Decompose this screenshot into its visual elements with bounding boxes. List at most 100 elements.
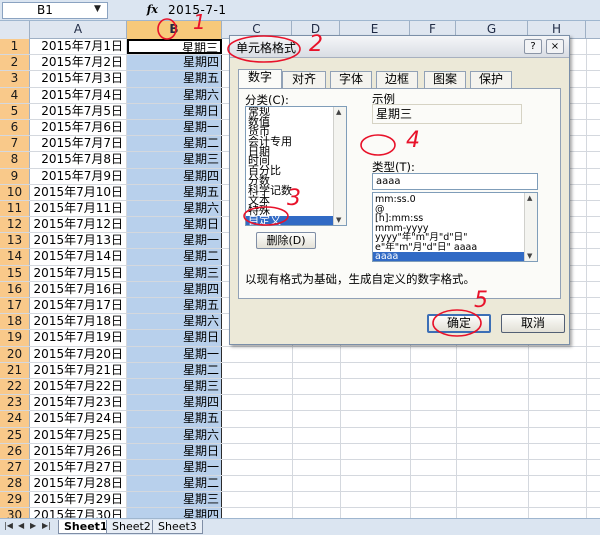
fx-icon[interactable]: fx	[112, 2, 164, 19]
cell-a[interactable]: 2015年7月29日	[30, 492, 127, 508]
cell-b[interactable]: 星期日	[127, 330, 222, 346]
cell-a[interactable]: 2015年7月1日	[30, 39, 127, 55]
cell-a[interactable]: 2015年7月4日	[30, 87, 127, 103]
cell-a[interactable]: 2015年7月11日	[30, 200, 127, 217]
row-header[interactable]: 5	[0, 103, 30, 119]
cell-b[interactable]: 星期日	[127, 443, 222, 459]
cell-a[interactable]: 2015年7月6日	[30, 119, 127, 136]
type-list-scrollbar[interactable]: ▲ ▼	[524, 193, 537, 261]
cell-a[interactable]: 2015年7月7日	[30, 136, 127, 152]
tab-font[interactable]: 字体	[330, 71, 372, 88]
type-list[interactable]: mm:ss.0 @ [h]:mm:ss mmm-yyyy yyyy"年"m"月"d"日"…	[372, 192, 538, 262]
row-header[interactable]: 7	[0, 136, 30, 152]
row-header[interactable]: 22	[0, 378, 30, 395]
category-item[interactable]: 自定义	[246, 215, 346, 225]
cell-b[interactable]: 星期五	[127, 298, 222, 314]
row-header[interactable]: 18	[0, 314, 30, 330]
tab-alignment[interactable]: 对齐	[282, 71, 326, 88]
column-header-b[interactable]: B	[127, 21, 222, 39]
type-scroll-down-icon[interactable]: ▼	[527, 252, 532, 260]
cell-a[interactable]: 2015年7月19日	[30, 330, 127, 346]
cell-b[interactable]: 星期三	[127, 152, 222, 168]
row-header[interactable]: 9	[0, 168, 30, 184]
cell-b[interactable]: 星期二	[127, 476, 222, 492]
row-header[interactable]: 10	[0, 184, 30, 200]
row-header[interactable]: 29	[0, 492, 30, 508]
cell-a[interactable]: 2015年7月15日	[30, 265, 127, 281]
row-header[interactable]: 13	[0, 233, 30, 249]
cell-a[interactable]: 2015年7月8日	[30, 152, 127, 168]
row-header[interactable]: 24	[0, 411, 30, 427]
delete-button[interactable]: 删除(D)	[256, 232, 316, 249]
cell-b[interactable]: 星期六	[127, 427, 222, 443]
ok-button[interactable]: 确定	[427, 314, 491, 333]
cell-b[interactable]: 星期三	[127, 378, 222, 395]
cell-a[interactable]: 2015年7月25日	[30, 427, 127, 443]
cell-a[interactable]: 2015年7月21日	[30, 362, 127, 378]
cell-a[interactable]: 2015年7月9日	[30, 168, 127, 184]
help-button[interactable]: ?	[524, 39, 542, 54]
cell-b[interactable]: 星期日	[127, 103, 222, 119]
cell-a[interactable]: 2015年7月3日	[30, 71, 127, 87]
tab-number[interactable]: 数字	[238, 69, 282, 89]
name-box-dropdown-icon[interactable]: ▼	[94, 4, 101, 14]
cell-b[interactable]: 星期四	[127, 55, 222, 71]
cell-b[interactable]: 星期一	[127, 459, 222, 476]
cell-b[interactable]: 星期六	[127, 314, 222, 330]
row-header[interactable]: 15	[0, 265, 30, 281]
row-header[interactable]: 16	[0, 281, 30, 297]
cell-a[interactable]: 2015年7月13日	[30, 233, 127, 249]
category-scrollbar[interactable]: ▲ ▼	[333, 107, 346, 225]
type-input[interactable]: aaaa	[372, 173, 538, 190]
row-header[interactable]: 11	[0, 200, 30, 217]
cell-b[interactable]: 星期二	[127, 362, 222, 378]
row-header[interactable]: 19	[0, 330, 30, 346]
cell-a[interactable]: 2015年7月27日	[30, 459, 127, 476]
tab-protection[interactable]: 保护	[470, 71, 512, 88]
sheet-tab-3[interactable]: Sheet3	[152, 520, 203, 534]
cell-b[interactable]: 星期一	[127, 233, 222, 249]
cell-a[interactable]: 2015年7月12日	[30, 217, 127, 233]
type-scroll-up-icon[interactable]: ▲	[527, 194, 532, 202]
cell-a[interactable]: 2015年7月24日	[30, 411, 127, 427]
row-header[interactable]: 8	[0, 152, 30, 168]
cell-b[interactable]: 星期五	[127, 71, 222, 87]
cell-a[interactable]: 2015年7月20日	[30, 346, 127, 362]
type-item[interactable]: aaaa	[373, 252, 537, 261]
scroll-down-icon[interactable]: ▼	[336, 216, 341, 224]
cell-b[interactable]: 星期四	[127, 395, 222, 411]
row-header[interactable]: 20	[0, 346, 30, 362]
row-header[interactable]: 28	[0, 476, 30, 492]
cell-b[interactable]: 星期四	[127, 168, 222, 184]
row-header[interactable]: 4	[0, 87, 30, 103]
cell-b[interactable]: 星期三	[127, 492, 222, 508]
cell-b[interactable]: 星期六	[127, 87, 222, 103]
prev-sheet-icon[interactable]: ◀	[18, 521, 24, 530]
cell-a[interactable]: 2015年7月10日	[30, 184, 127, 200]
row-header[interactable]: 3	[0, 71, 30, 87]
row-header[interactable]: 23	[0, 395, 30, 411]
cell-b[interactable]: 星期五	[127, 411, 222, 427]
row-header[interactable]: 6	[0, 119, 30, 136]
cell-a[interactable]: 2015年7月28日	[30, 476, 127, 492]
row-header[interactable]: 21	[0, 362, 30, 378]
cell-b[interactable]: 星期四	[127, 281, 222, 297]
scroll-up-icon[interactable]: ▲	[336, 108, 341, 116]
row-header[interactable]: 14	[0, 249, 30, 265]
cell-a[interactable]: 2015年7月5日	[30, 103, 127, 119]
cell-b[interactable]: 星期一	[127, 346, 222, 362]
first-sheet-icon[interactable]: |◀	[4, 521, 13, 530]
cell-a[interactable]: 2015年7月23日	[30, 395, 127, 411]
cell-a[interactable]: 2015年7月26日	[30, 443, 127, 459]
cell-b[interactable]: 星期一	[127, 119, 222, 136]
row-header[interactable]: 25	[0, 427, 30, 443]
row-header[interactable]: 26	[0, 443, 30, 459]
name-box[interactable]: B1	[2, 2, 108, 19]
row-header[interactable]: 17	[0, 298, 30, 314]
cell-a[interactable]: 2015年7月30日	[30, 508, 127, 518]
cell-a[interactable]: 2015年7月22日	[30, 378, 127, 395]
cell-a[interactable]: 2015年7月16日	[30, 281, 127, 297]
close-button[interactable]: ×	[546, 39, 564, 54]
row-header[interactable]: 1	[0, 39, 30, 55]
select-all-corner[interactable]	[0, 21, 30, 39]
